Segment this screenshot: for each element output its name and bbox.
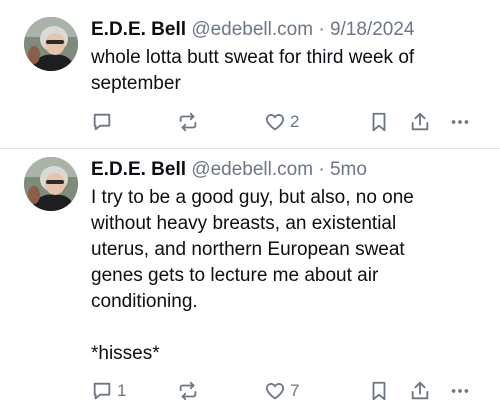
author-name[interactable]: E.D.E. Bell: [91, 159, 186, 180]
bookmark-icon: [368, 380, 390, 402]
reply-button[interactable]: [91, 108, 117, 136]
speech-bubble-icon: [91, 111, 113, 133]
post[interactable]: E.D.E. Bell @edebell.com · 5mo I try to …: [0, 149, 500, 409]
post[interactable]: E.D.E. Bell @edebell.com · 9/18/2024 who…: [0, 0, 500, 148]
repost-arrows-icon: [177, 380, 199, 402]
repost-button[interactable]: [177, 108, 203, 136]
bookmark-button[interactable]: [368, 108, 390, 136]
post-feed: E.D.E. Bell @edebell.com · 9/18/2024 who…: [0, 0, 500, 409]
author-handle[interactable]: @edebell.com: [191, 159, 313, 180]
separator-dot: ·: [318, 19, 325, 40]
more-options-button[interactable]: [449, 377, 471, 405]
heart-outline-icon: [264, 111, 286, 133]
share-upload-icon: [409, 111, 431, 133]
avatar-photo: [24, 17, 78, 71]
post-header: E.D.E. Bell @edebell.com · 5mo: [91, 157, 486, 183]
like-count: 2: [290, 112, 300, 131]
repost-button[interactable]: [177, 377, 203, 405]
separator-dot: ·: [318, 159, 325, 180]
post-header: E.D.E. Bell @edebell.com · 9/18/2024: [91, 17, 486, 43]
bookmark-button[interactable]: [368, 377, 390, 405]
post-text: I try to be a good guy, but also, no one…: [91, 187, 414, 364]
post-text: whole lotta butt sweat for third week of…: [91, 47, 415, 94]
post-content: E.D.E. Bell @edebell.com · 9/18/2024 who…: [91, 17, 486, 97]
share-upload-icon: [409, 380, 431, 402]
reply-button[interactable]: 1: [91, 377, 126, 405]
post-content: E.D.E. Bell @edebell.com · 5mo I try to …: [91, 157, 486, 367]
author-handle[interactable]: @edebell.com: [191, 19, 313, 40]
more-dots-icon: [449, 380, 471, 402]
like-button[interactable]: 2: [264, 108, 299, 136]
post-timestamp[interactable]: 9/18/2024: [330, 19, 415, 40]
post-actions: 1 7: [91, 377, 481, 405]
share-button[interactable]: [409, 377, 431, 405]
bookmark-icon: [368, 111, 390, 133]
heart-outline-icon: [264, 380, 286, 402]
repost-arrows-icon: [177, 111, 199, 133]
more-dots-icon: [449, 111, 471, 133]
post-timestamp[interactable]: 5mo: [330, 159, 367, 180]
author-name[interactable]: E.D.E. Bell: [91, 19, 186, 40]
avatar[interactable]: [24, 17, 78, 71]
like-count: 7: [290, 381, 300, 400]
post-actions: 2: [91, 108, 481, 136]
avatar-photo: [24, 157, 78, 211]
like-button[interactable]: 7: [264, 377, 299, 405]
speech-bubble-icon: [91, 380, 113, 402]
avatar[interactable]: [24, 157, 78, 211]
more-options-button[interactable]: [449, 108, 471, 136]
reply-count: 1: [117, 381, 127, 400]
share-button[interactable]: [409, 108, 431, 136]
